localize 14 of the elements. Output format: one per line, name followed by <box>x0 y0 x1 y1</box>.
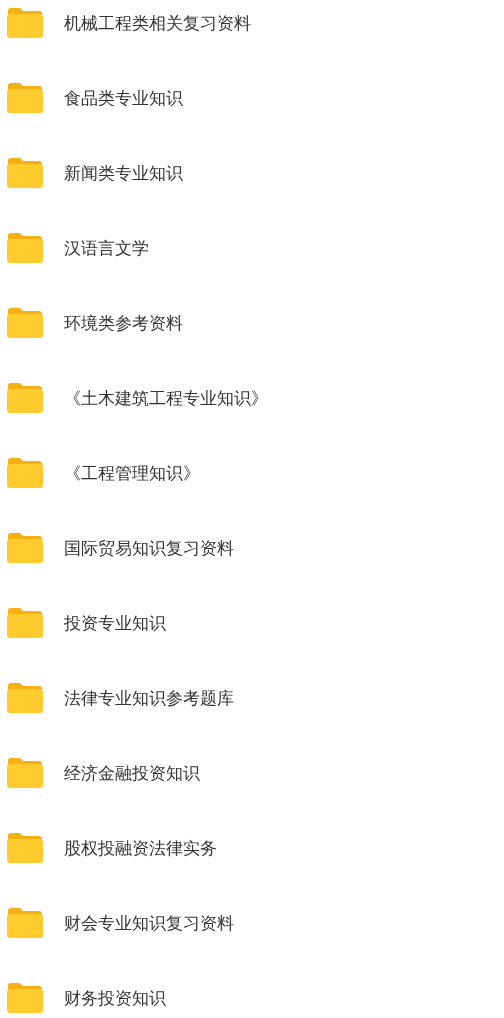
folder-name[interactable]: 汉语言文学 <box>64 232 149 264</box>
folder-name[interactable]: 股权投融资法律实务 <box>64 832 217 864</box>
folder-name[interactable]: 新闻类专业知识 <box>64 157 183 189</box>
folder-name[interactable]: 环境类参考资料 <box>64 307 183 339</box>
folder-name[interactable]: 财务投资知识 <box>64 982 166 1014</box>
folder-name[interactable]: 投资专业知识 <box>64 607 166 639</box>
folder-name[interactable]: 法律专业知识参考题库 <box>64 682 234 714</box>
folder-name[interactable]: 经济金融投资知识 <box>64 757 200 789</box>
folder-name[interactable]: 《土木建筑工程专业知识》 <box>64 382 268 414</box>
folder-name[interactable]: 食品类专业知识 <box>64 82 183 114</box>
folder-name[interactable]: 机械工程类相关复习资料 <box>64 7 251 39</box>
folder-name[interactable]: 《工程管理知识》 <box>64 457 200 489</box>
folder-name[interactable]: 国际贸易知识复习资料 <box>64 532 234 564</box>
folder-name[interactable]: 财会专业知识复习资料 <box>64 907 234 939</box>
